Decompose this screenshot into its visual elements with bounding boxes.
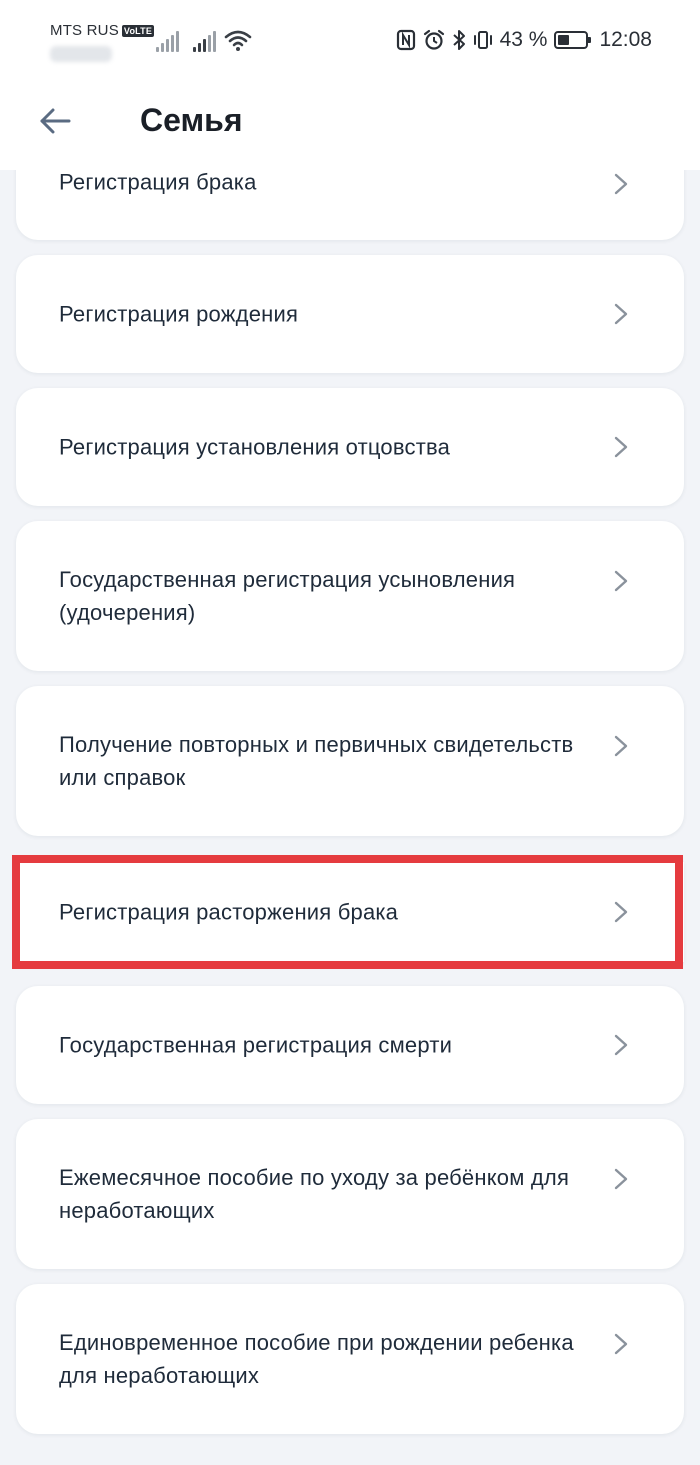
list-item-label: Государственная регистрация смерти	[59, 1032, 453, 1058]
clock: 12:08	[599, 28, 652, 51]
carrier-name: MTS RUS VoLTE	[50, 22, 155, 39]
list-item[interactable]: Государственная регистрация усыновления …	[16, 521, 684, 671]
list-item-label: Получение повторных и первичных свидетел…	[59, 732, 574, 790]
screen: Регистрация брака Регистрация рождения Р…	[0, 0, 700, 1465]
chevron-right-icon	[614, 1034, 628, 1056]
chevron-right-icon	[614, 901, 628, 923]
alarm-icon	[423, 29, 444, 50]
battery-icon	[554, 31, 592, 49]
chevron-right-icon	[614, 173, 628, 195]
list-item[interactable]: Единовременное пособие при рождении ребе…	[16, 1284, 684, 1434]
list-item-highlighted[interactable]: Регистрация расторжения брака	[16, 862, 684, 962]
status-icons: 43 % 12:08	[396, 28, 652, 52]
vibrate-icon	[473, 31, 492, 49]
list-item[interactable]: Регистрация установления отцовства	[16, 388, 684, 506]
wifi-icon	[224, 30, 252, 51]
list-item-label: Ежемесячное пособие по уходу за ребёнком…	[59, 1165, 570, 1223]
list-item-label: Регистрация рождения	[59, 301, 299, 327]
list-item-label: Единовременное пособие при рождении ребе…	[59, 1330, 574, 1388]
list-item-label: Государственная регистрация усыновления …	[59, 567, 516, 625]
chevron-right-icon	[614, 1333, 628, 1355]
list-item[interactable]: Ежемесячное пособие по уходу за ребёнком…	[16, 1119, 684, 1269]
nfc-icon	[396, 29, 415, 51]
app-header: Семья	[0, 84, 700, 170]
battery-percent: 43 %	[499, 28, 548, 51]
list-item-label: Регистрация брака	[59, 169, 257, 195]
chevron-right-icon	[614, 570, 628, 592]
list-item-label: Регистрация расторжения брака	[59, 899, 399, 925]
list-item-label: Регистрация установления отцовства	[59, 434, 451, 460]
bluetooth-icon	[452, 30, 465, 50]
signal-icon	[156, 30, 180, 52]
arrow-left-icon	[40, 108, 71, 134]
chevron-right-icon	[614, 303, 628, 325]
signal-icon	[193, 30, 217, 52]
back-button[interactable]	[32, 98, 78, 144]
status-bar: MTS RUS VoLTE 43 % 12:08	[0, 0, 700, 84]
carrier-secondary-blurred	[50, 46, 112, 62]
chevron-right-icon	[614, 1168, 628, 1190]
chevron-right-icon	[614, 436, 628, 458]
volte-badge: VoLTE	[121, 24, 155, 37]
services-list[interactable]: Регистрация брака Регистрация рождения Р…	[0, 0, 700, 1465]
list-item[interactable]: Получение повторных и первичных свидетел…	[16, 686, 684, 836]
list-item[interactable]: Государственная регистрация смерти	[16, 986, 684, 1104]
list-item[interactable]: Регистрация рождения	[16, 255, 684, 373]
battery-level	[558, 35, 570, 45]
carrier-label: MTS RUS	[50, 22, 119, 39]
chevron-right-icon	[614, 735, 628, 757]
page-title: Семья	[140, 102, 243, 138]
